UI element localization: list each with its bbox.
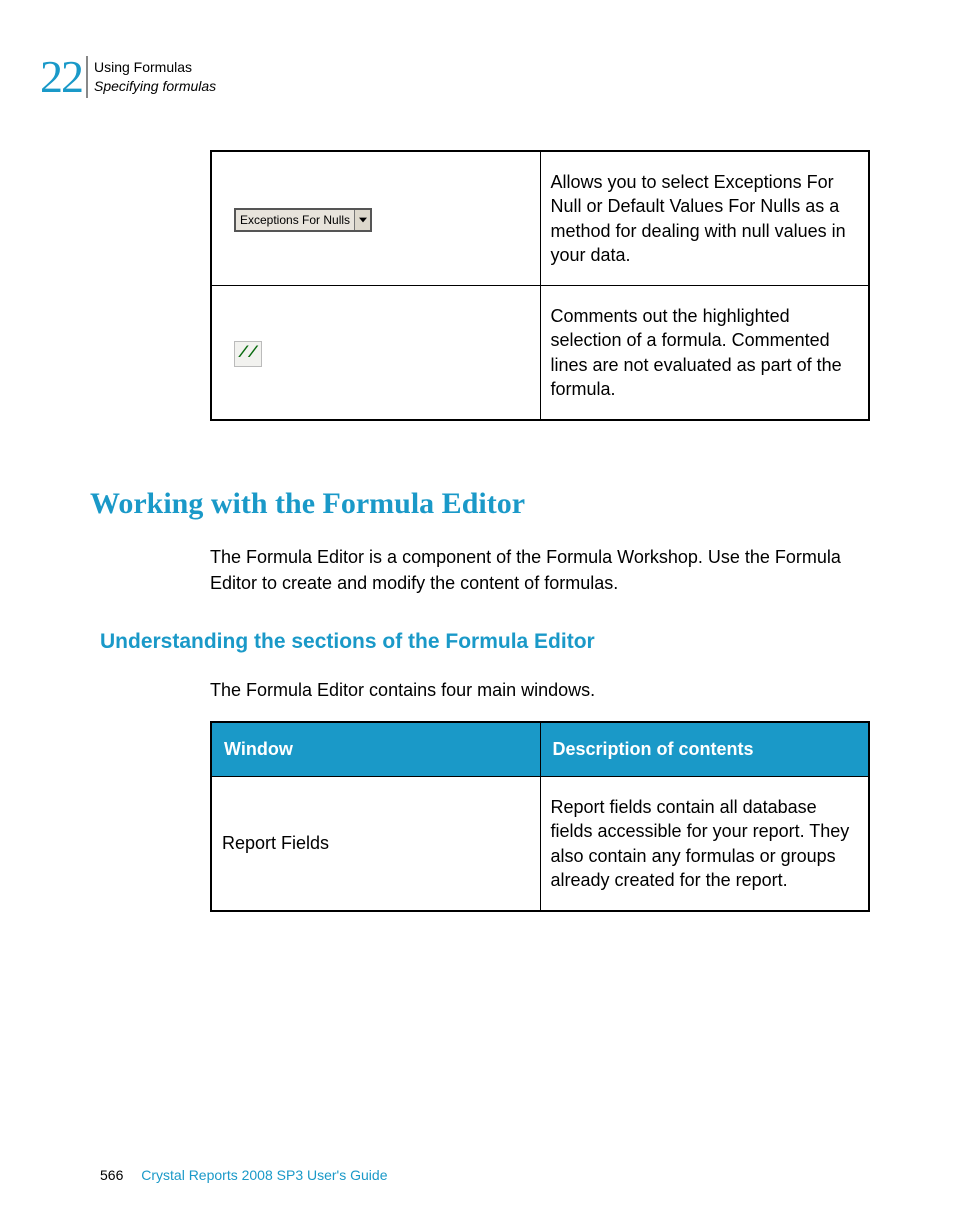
page-footer: 566 Crystal Reports 2008 SP3 User's Guid… [100,1167,387,1183]
main-content: Exceptions For Nulls Allows you to selec… [210,150,870,912]
chevron-down-icon [354,210,370,230]
exceptions-dropdown-cell: Exceptions For Nulls [211,151,540,286]
table-header-row: Window Description of contents [211,722,869,777]
comment-icon-cell: // [211,286,540,421]
page-header: 22 Using Formulas Specifying formulas [40,50,216,103]
exceptions-description: Allows you to select Exceptions For Null… [540,151,869,286]
header-divider [86,56,88,98]
column-header-description: Description of contents [540,722,869,777]
header-chapter-title: Using Formulas [94,58,216,76]
document-title: Crystal Reports 2008 SP3 User's Guide [141,1167,387,1183]
column-header-window: Window [211,722,540,777]
chapter-number: 22 [40,50,82,103]
subsection-heading: Understanding the sections of the Formul… [100,630,870,654]
comment-description: Comments out the highlighted selection o… [540,286,869,421]
exceptions-for-nulls-dropdown[interactable]: Exceptions For Nulls [234,208,372,232]
table-row: // Comments out the highlighted selectio… [211,286,869,421]
dropdown-label: Exceptions For Nulls [236,210,354,230]
section-body: The Formula Editor is a component of the… [210,545,870,595]
window-description-cell: Report fields contain all database field… [540,776,869,911]
page-number: 566 [100,1167,123,1183]
formula-editor-windows-table: Window Description of contents Report Fi… [210,721,870,912]
window-name-cell: Report Fields [211,776,540,911]
comment-icon[interactable]: // [234,341,262,367]
header-text-block: Using Formulas Specifying formulas [94,58,216,94]
table-row: Report Fields Report fields contain all … [211,776,869,911]
toolbar-info-table: Exceptions For Nulls Allows you to selec… [210,150,870,421]
section-heading: Working with the Formula Editor [90,487,870,521]
subsection-body: The Formula Editor contains four main wi… [210,678,870,703]
header-section-title: Specifying formulas [94,77,216,95]
table-row: Exceptions For Nulls Allows you to selec… [211,151,869,286]
